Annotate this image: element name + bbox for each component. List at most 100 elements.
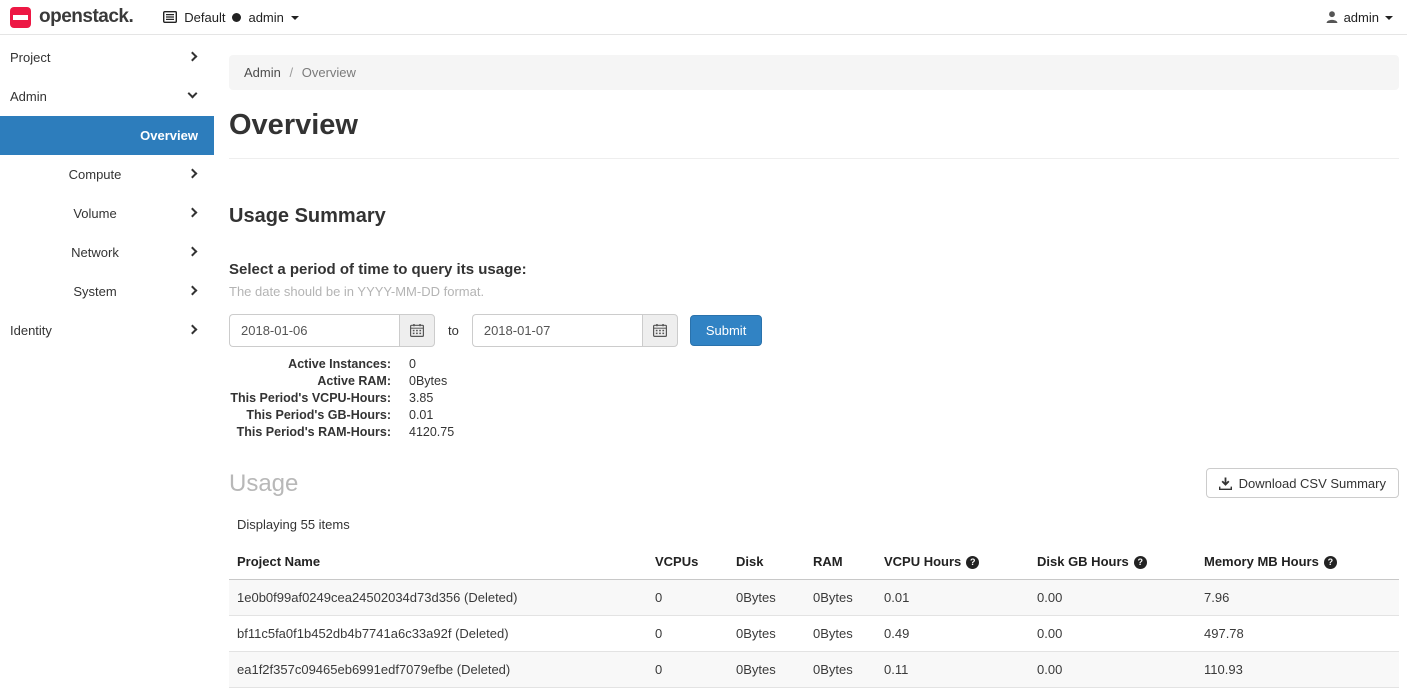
openstack-home-link[interactable]: openstack. — [10, 6, 133, 28]
chevron-right-icon — [188, 246, 198, 256]
sidebar-item-label: Compute — [69, 167, 122, 182]
col-header-memory-mb-hours[interactable]: Memory MB Hours? — [1196, 544, 1399, 580]
stat-label: This Period's VCPU-Hours: — [229, 390, 391, 407]
sidebar-item-network[interactable]: Network — [0, 233, 214, 272]
openstack-logo-icon — [10, 7, 31, 28]
sidebar-item-overview[interactable]: Overview — [0, 116, 214, 155]
sidebar-item-label: Project — [10, 50, 50, 65]
col-header-vcpu-hours[interactable]: VCPU Hours? — [876, 544, 1029, 580]
cell-project-name: bf11c5fa0f1b452db4b7741a6c33a92f (Delete… — [229, 616, 647, 652]
top-navbar: openstack. Default admin admin — [0, 0, 1407, 35]
stat-value: 3.85 — [409, 390, 433, 407]
main-content: Admin / Overview Overview Usage Summary … — [229, 35, 1399, 688]
stat-ram-hours: This Period's RAM-Hours: 4120.75 — [229, 424, 1399, 441]
chevron-right-icon — [188, 168, 198, 178]
sidebar-item-identity[interactable]: Identity — [0, 311, 214, 350]
date-from-calendar-button[interactable] — [399, 314, 435, 347]
cell-vcpus: 0 — [647, 616, 728, 652]
date-to-calendar-button[interactable] — [642, 314, 678, 347]
col-label: Disk — [736, 554, 763, 569]
stat-value: 0Bytes — [409, 373, 447, 390]
sidebar-item-label: Network — [71, 245, 119, 260]
cell-project-name: 1e0b0f99af0249cea24502034d73d356 (Delete… — [229, 580, 647, 616]
period-prompt: Select a period of time to query its usa… — [229, 260, 1399, 279]
stat-label: Active RAM: — [229, 373, 391, 390]
date-from-input[interactable] — [229, 314, 399, 347]
usage-table: Project Name VCPUs Disk RAM VCPU Hours? — [229, 544, 1399, 688]
separator-dot-icon — [232, 13, 241, 22]
stat-label: This Period's GB-Hours: — [229, 407, 391, 424]
col-header-disk[interactable]: Disk — [728, 544, 805, 580]
stat-value: 0.01 — [409, 407, 433, 424]
col-header-ram[interactable]: RAM — [805, 544, 876, 580]
breadcrumb: Admin / Overview — [229, 55, 1399, 90]
sidebar-item-label: Volume — [73, 206, 116, 221]
sidebar-item-label: Admin — [10, 89, 47, 104]
sidebar-item-label: System — [73, 284, 116, 299]
cell-disk-gb-hours: 0.00 — [1029, 616, 1196, 652]
stat-active-instances: Active Instances: 0 — [229, 356, 1399, 373]
col-header-disk-gb-hours[interactable]: Disk GB Hours? — [1029, 544, 1196, 580]
user-icon — [1326, 11, 1338, 23]
stat-label: This Period's RAM-Hours: — [229, 424, 391, 441]
caret-down-icon — [291, 16, 299, 20]
table-header-row: Project Name VCPUs Disk RAM VCPU Hours? — [229, 544, 1399, 580]
page-layout: Project Admin Overview Compute Volume Ne… — [0, 35, 1407, 688]
download-csv-label: Download CSV Summary — [1239, 476, 1386, 491]
help-icon[interactable]: ? — [1134, 556, 1147, 569]
stat-vcpu-hours: This Period's VCPU-Hours: 3.85 — [229, 390, 1399, 407]
stat-value: 0 — [409, 356, 416, 373]
title-divider — [229, 158, 1399, 159]
sidebar-item-admin[interactable]: Admin — [0, 77, 214, 116]
stat-value: 4120.75 — [409, 424, 454, 441]
page-title: Overview — [229, 107, 1399, 144]
col-label: Disk GB Hours — [1037, 554, 1129, 569]
breadcrumb-separator: / — [289, 65, 293, 80]
calendar-icon — [410, 324, 424, 337]
domain-icon — [163, 11, 177, 23]
col-label: RAM — [813, 554, 843, 569]
cell-vcpu-hours: 0.49 — [876, 616, 1029, 652]
cell-disk: 0Bytes — [728, 616, 805, 652]
submit-button[interactable]: Submit — [690, 315, 762, 346]
project-label: admin — [248, 10, 283, 25]
stat-label: Active Instances: — [229, 356, 391, 373]
cell-disk: 0Bytes — [728, 580, 805, 616]
help-icon[interactable]: ? — [1324, 556, 1337, 569]
sidebar-item-label: Overview — [140, 128, 198, 143]
user-menu[interactable]: admin — [1326, 10, 1393, 25]
sidebar: Project Admin Overview Compute Volume Ne… — [0, 35, 214, 350]
col-header-project-name[interactable]: Project Name — [229, 544, 647, 580]
date-from-group — [229, 314, 435, 347]
col-header-vcpus[interactable]: VCPUs — [647, 544, 728, 580]
cell-vcpus: 0 — [647, 580, 728, 616]
sidebar-item-system[interactable]: System — [0, 272, 214, 311]
usage-summary-heading: Usage Summary — [229, 204, 1399, 228]
download-csv-button[interactable]: Download CSV Summary — [1206, 468, 1399, 498]
date-format-hint: The date should be in YYYY-MM-DD format. — [229, 284, 1399, 300]
col-label: Project Name — [237, 554, 320, 569]
sidebar-item-project[interactable]: Project — [0, 38, 214, 77]
chevron-right-icon — [188, 324, 198, 334]
chevron-right-icon — [188, 285, 198, 295]
item-count: Displaying 55 items — [229, 517, 1399, 533]
usage-period-form: to Submit — [229, 314, 1399, 347]
download-icon — [1219, 477, 1232, 490]
stat-gb-hours: This Period's GB-Hours: 0.01 — [229, 407, 1399, 424]
to-label: to — [448, 323, 459, 338]
domain-project-switcher[interactable]: Default admin — [163, 10, 299, 25]
sidebar-item-volume[interactable]: Volume — [0, 194, 214, 233]
date-to-group — [472, 314, 678, 347]
col-label: VCPU Hours — [884, 554, 961, 569]
usage-heading: Usage — [229, 469, 298, 498]
chevron-down-icon — [188, 88, 198, 98]
breadcrumb-current: Overview — [302, 65, 356, 80]
date-to-input[interactable] — [472, 314, 642, 347]
cell-memory-mb-hours: 497.78 — [1196, 616, 1399, 652]
breadcrumb-admin[interactable]: Admin — [244, 65, 281, 80]
cell-memory-mb-hours: 7.96 — [1196, 580, 1399, 616]
sidebar-item-compute[interactable]: Compute — [0, 155, 214, 194]
table-row: 1e0b0f99af0249cea24502034d73d356 (Delete… — [229, 580, 1399, 616]
cell-vcpu-hours: 0.01 — [876, 580, 1029, 616]
help-icon[interactable]: ? — [966, 556, 979, 569]
